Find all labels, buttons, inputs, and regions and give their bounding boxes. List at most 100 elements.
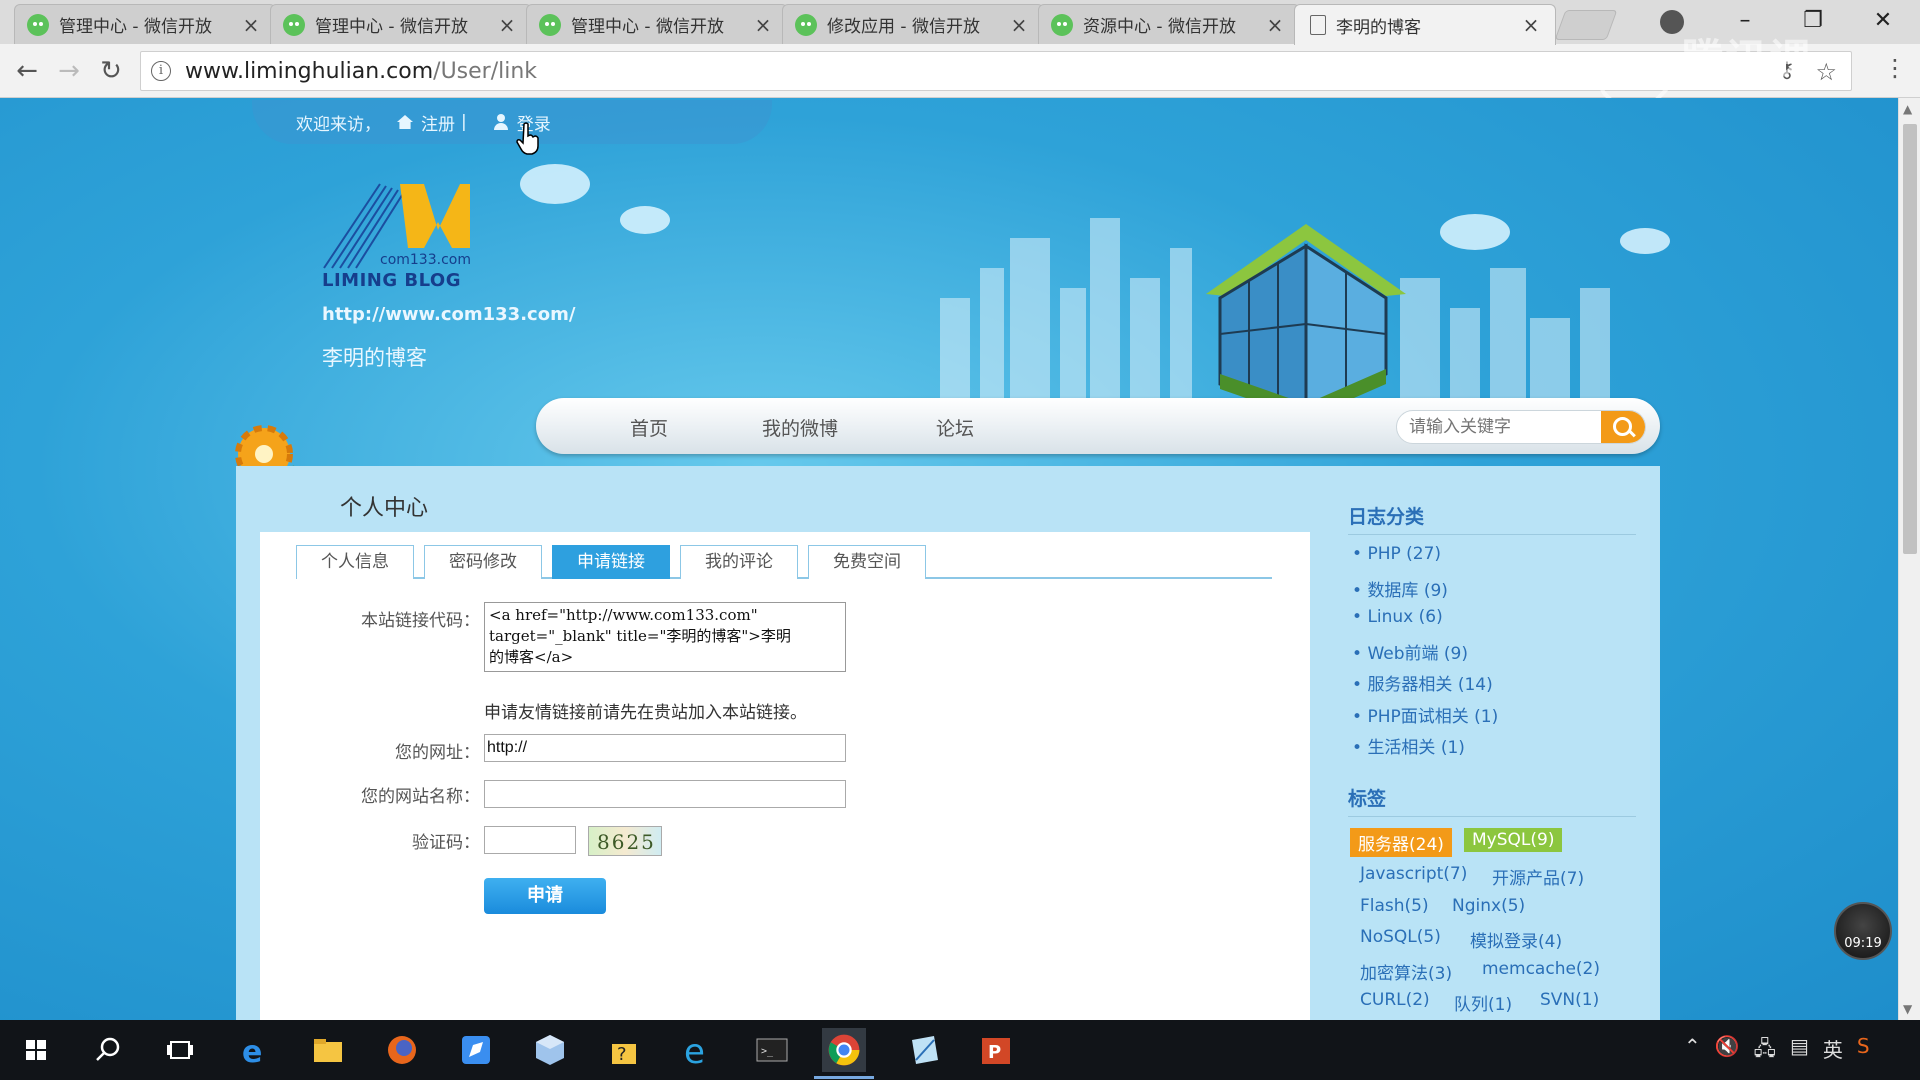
captcha-image[interactable]: 8625 (588, 826, 662, 856)
tag-item[interactable]: 开源产品(7) (1492, 864, 1584, 889)
file-explorer-icon[interactable] (308, 1030, 348, 1070)
tag-item[interactable]: NoSQL(5) (1360, 927, 1441, 947)
category-item[interactable]: • PHP (27) (1352, 544, 1441, 564)
code-label: 本站链接代码： (361, 611, 480, 631)
close-icon[interactable]: × (1265, 13, 1285, 37)
powerpoint-icon[interactable]: P (976, 1030, 1016, 1070)
tag-item[interactable]: 队列(1) (1454, 990, 1512, 1015)
input-language[interactable]: 英 (1823, 1034, 1843, 1068)
website-url-input[interactable] (484, 734, 846, 762)
tag-item[interactable]: Javascript(7) (1360, 864, 1467, 884)
tab-apply-link[interactable]: 申请链接 (552, 545, 670, 579)
windows-start-icon[interactable] (16, 1030, 56, 1070)
website-name-input[interactable] (484, 780, 846, 808)
tab-free-space[interactable]: 免费空间 (808, 545, 926, 579)
terminal-icon[interactable]: >_ (752, 1030, 792, 1070)
close-icon[interactable]: × (753, 13, 773, 37)
edge-browser-icon[interactable]: e (678, 1030, 718, 1070)
menu-icon[interactable]: ⋮ (1880, 54, 1910, 82)
captcha-input[interactable] (484, 826, 576, 854)
nav-item-forum[interactable]: 论坛 (936, 414, 974, 441)
chrome-icon[interactable] (822, 1028, 866, 1072)
category-item[interactable]: • Linux (6) (1352, 607, 1443, 627)
browser-tab[interactable]: 资源中心 - 微信开放 × (1038, 4, 1300, 44)
category-item[interactable]: • Web前端 (9) (1352, 639, 1468, 664)
address-bar[interactable]: i www.liminghulian.com/User/link ⚷ ☆ (140, 51, 1852, 91)
page-title: 个人中心 (340, 496, 429, 521)
tag-item[interactable]: Nginx(5) (1452, 896, 1525, 916)
tag-item[interactable]: CURL(2) (1360, 990, 1430, 1010)
browser-tab-active[interactable]: 李明的博客 × (1294, 4, 1556, 45)
page-viewport: 欢迎来访， 注册 | 登录 com133.com LIMING BLOG htt… (0, 98, 1898, 1020)
category-item[interactable]: • 数据库 (9) (1352, 576, 1448, 601)
browser-tab[interactable]: 管理中心 - 微信开放 × (14, 4, 276, 44)
app-blue-icon[interactable] (456, 1030, 496, 1070)
tag-item[interactable]: memcache(2) (1482, 959, 1600, 979)
tag-item[interactable]: MySQL(9) (1464, 828, 1563, 852)
search-icon[interactable] (88, 1030, 128, 1070)
category-label: Linux (6) (1367, 607, 1443, 627)
category-item[interactable]: • PHP面试相关 (1) (1352, 702, 1498, 727)
tag-item[interactable]: 服务器(24) (1350, 828, 1452, 857)
tab-title: 管理中心 - 微信开放 (315, 17, 468, 37)
chevron-up-icon[interactable]: ⌃ (1684, 1034, 1701, 1068)
page-scrollbar[interactable]: ▲ ▼ (1898, 98, 1920, 1020)
nav-item-weibo[interactable]: 我的微博 (762, 414, 838, 441)
scroll-up-icon[interactable]: ▲ (1903, 102, 1912, 116)
reload-icon[interactable]: ↻ (94, 54, 128, 88)
tag-item[interactable]: SVN(1) (1540, 990, 1599, 1010)
site-url[interactable]: http://www.com133.com/ (322, 304, 575, 325)
svg-text:P: P (988, 1042, 1001, 1063)
tag-item[interactable]: 加密算法(3) (1360, 959, 1452, 984)
notepad-icon[interactable] (904, 1030, 944, 1070)
scroll-thumb[interactable] (1903, 124, 1917, 554)
forward-icon[interactable]: → (52, 54, 86, 88)
close-icon[interactable]: × (241, 13, 261, 37)
tag-item[interactable]: 模拟登录(4) (1470, 927, 1562, 952)
category-item[interactable]: • 服务器相关 (14) (1352, 670, 1493, 695)
category-item[interactable]: • 生活相关 (1) (1352, 733, 1465, 758)
ie-browser-icon[interactable]: e (234, 1030, 274, 1070)
search-input[interactable] (1397, 411, 1597, 443)
category-label: PHP面试相关 (1) (1367, 707, 1499, 727)
tab-title: 李明的博客 (1336, 17, 1421, 38)
network-icon[interactable]: 🖧 (1754, 1034, 1776, 1068)
virtualbox-icon[interactable] (530, 1030, 570, 1070)
logo-domain: com133.com (380, 252, 471, 268)
firefox-icon[interactable] (382, 1030, 422, 1070)
close-icon[interactable]: × (1009, 13, 1029, 37)
close-icon[interactable]: × (497, 13, 517, 37)
link-code-textarea[interactable]: <a href="http://www.com133.com" target="… (484, 602, 846, 672)
nav-item-home[interactable]: 首页 (630, 414, 668, 441)
notification-icon[interactable]: ▤ (1790, 1034, 1809, 1068)
new-tab-button[interactable] (1554, 10, 1618, 40)
glass-house-decoration (1206, 224, 1406, 419)
svg-text:e: e (242, 1035, 262, 1070)
profile-icon[interactable] (1660, 10, 1684, 34)
tab-profile-info[interactable]: 个人信息 (296, 545, 414, 579)
info-icon[interactable]: i (151, 61, 171, 81)
page-icon (1310, 15, 1326, 35)
browser-tab[interactable]: 管理中心 - 微信开放 × (526, 4, 788, 44)
tab-my-comments[interactable]: 我的评论 (680, 545, 798, 579)
category-label: 生活相关 (1) (1367, 738, 1465, 758)
volume-muted-icon[interactable]: 🔇 (1715, 1034, 1740, 1068)
close-icon[interactable]: × (1521, 13, 1541, 37)
close-window-button[interactable]: ✕ (1852, 4, 1914, 38)
tab-password[interactable]: 密码修改 (424, 545, 542, 579)
taskbar: e ? e >_ P ⌃ 🔇 🖧 ▤ 英 S (0, 1020, 1920, 1080)
apply-button[interactable]: 申请 (484, 878, 606, 914)
back-icon[interactable]: ← (10, 54, 44, 88)
ime-icon[interactable]: S (1857, 1034, 1870, 1068)
scroll-down-icon[interactable]: ▼ (1903, 1002, 1912, 1016)
browser-tab[interactable]: 管理中心 - 微信开放 × (270, 4, 532, 44)
task-view-icon[interactable] (160, 1030, 200, 1070)
url-path: /User/link (433, 58, 538, 84)
tab-title: 资源中心 - 微信开放 (1083, 17, 1236, 37)
help-tool-icon[interactable]: ? (604, 1030, 644, 1070)
register-link[interactable]: 注册 (421, 110, 455, 135)
browser-tab[interactable]: 修改应用 - 微信开放 × (782, 4, 1044, 44)
search-icon[interactable] (1601, 411, 1645, 443)
search-box (1396, 410, 1646, 444)
tag-item[interactable]: Flash(5) (1360, 896, 1429, 916)
